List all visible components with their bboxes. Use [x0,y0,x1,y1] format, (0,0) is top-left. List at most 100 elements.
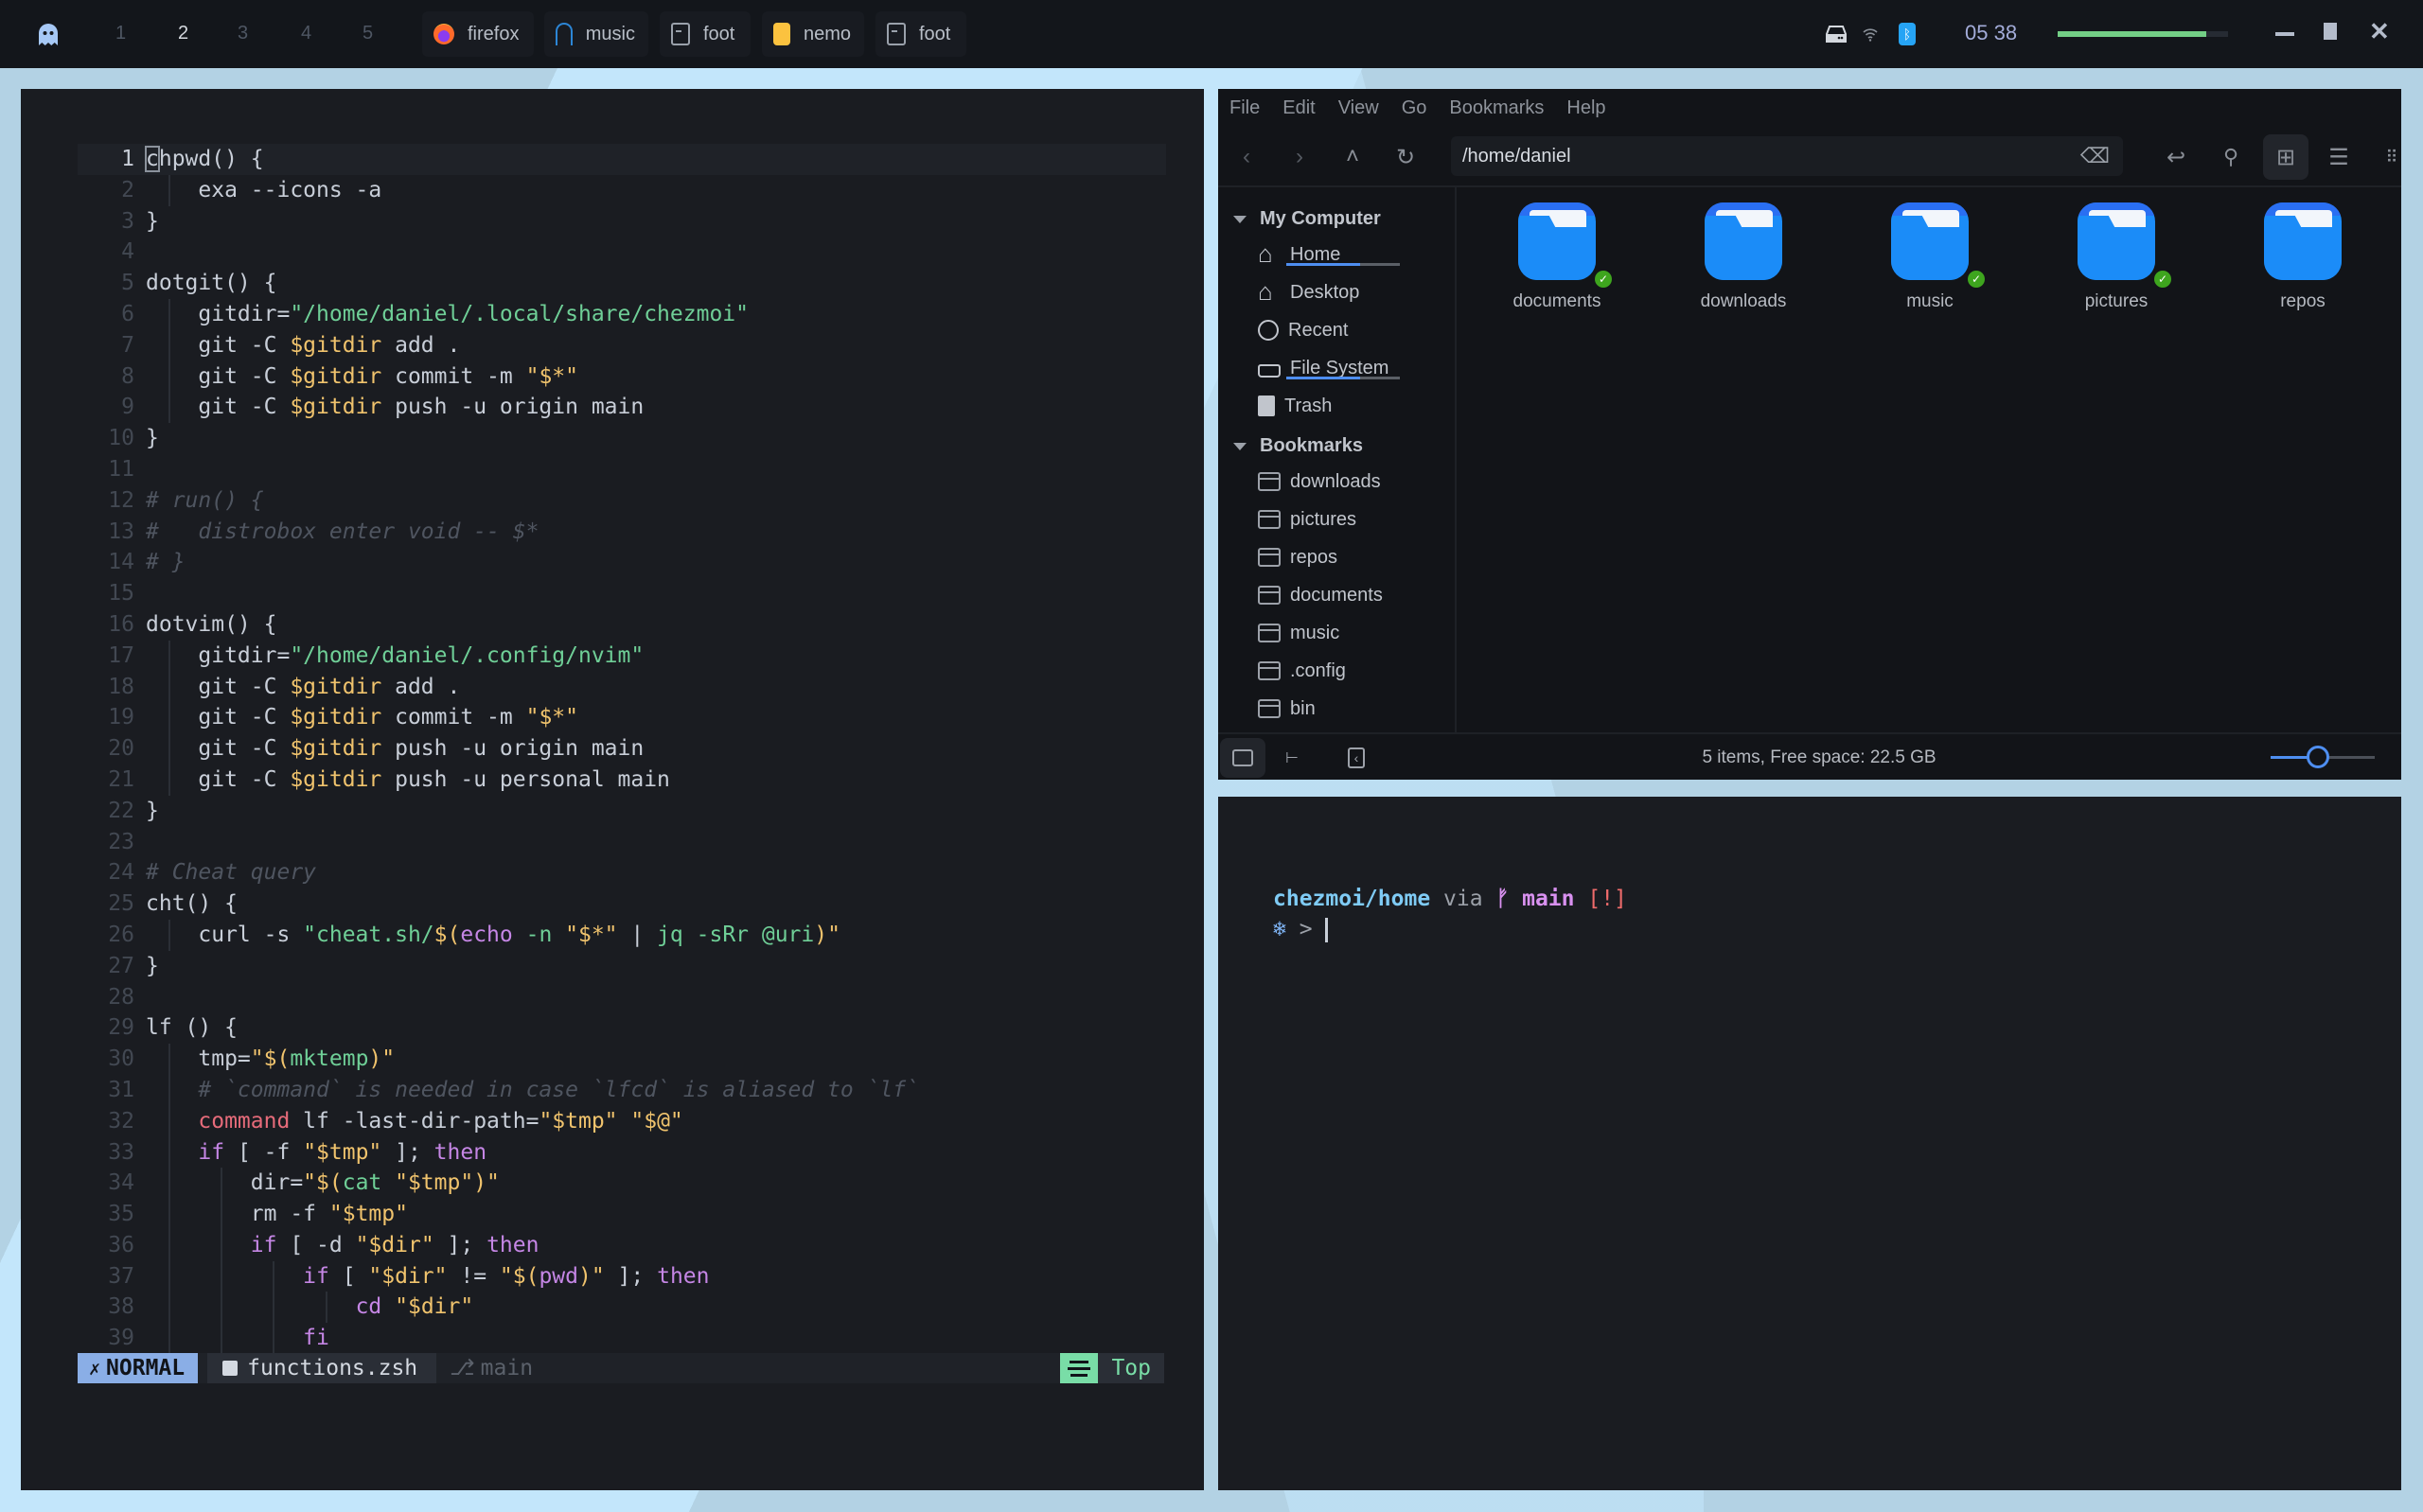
minimize-button[interactable] [2275,32,2294,36]
task-firefox[interactable]: firefox [422,11,534,57]
ghost-icon[interactable] [38,23,59,45]
bookmark-documents[interactable]: documents [1258,581,1383,609]
code-line[interactable]: 34 dir="$(cat "$tmp")" [78,1168,1166,1200]
bookmark-repos[interactable]: repos [1258,543,1337,571]
code-line[interactable]: 23 [78,827,1166,858]
drive-icon[interactable] [1826,25,1847,44]
code-line[interactable]: 1 chpwd() { [78,144,1166,175]
code-line[interactable]: 2 exa --icons -a [78,174,1166,206]
code-line[interactable]: 3} [78,206,1166,237]
code-line[interactable]: 29 lf () { [78,1012,1166,1044]
code-line[interactable]: 16 dotvim() { [78,609,1166,641]
code-token: echo [460,922,513,947]
back-button[interactable]: ‹ [1228,138,1265,176]
list-icon: ☰ [2328,144,2349,170]
code-line[interactable]: 20 git -C $gitdir push -u origin main [78,733,1166,765]
clock[interactable]: 05 38 [1965,21,2017,45]
toggle-location-button[interactable]: ↩ [2157,138,2195,176]
sidebar-item-recent[interactable]: Recent [1258,316,1348,344]
icon-view-button[interactable]: ⊞ [2263,134,2308,180]
up-button[interactable]: ˄ [1334,138,1371,176]
code-line[interactable]: 39 fi [78,1323,1166,1355]
forward-button[interactable]: › [1281,138,1318,176]
section-my-computer[interactable]: My Computer [1233,208,1381,230]
task-foot-1[interactable]: foot [660,11,751,57]
clear-location-icon[interactable]: ⌫ [2080,136,2110,176]
list-view-button[interactable]: ☰ [2320,138,2358,176]
code-line[interactable]: 9 git -C $gitdir push -u origin main [78,392,1166,424]
bookmark-music[interactable]: music [1258,619,1339,647]
code-line[interactable]: 33 if [ -f "$tmp" ]; then [78,1136,1166,1169]
workspace-4[interactable]: 4 [301,23,311,44]
code-line[interactable]: 38 cd "$dir" [78,1292,1166,1324]
code-line[interactable]: 27} [78,951,1166,982]
menu-view[interactable]: View [1327,89,1390,127]
code-line[interactable]: 19 git -C $gitdir commit -m "$*" [78,702,1166,734]
code-line[interactable]: 31 # `command` is needed in case `lfcd` … [78,1074,1166,1106]
code-line[interactable]: 14 # } [78,547,1166,578]
maximize-button[interactable] [2324,23,2337,40]
volume-bar[interactable] [2058,31,2228,37]
menu-help[interactable]: Help [1555,89,1617,127]
line-content: # `command` is needed in case `lfcd` is … [146,1075,919,1106]
task-foot-2[interactable]: foot [875,11,966,57]
sidebar-item-desktop[interactable]: Desktop [1258,277,1359,307]
neovim-editor-window[interactable]: 1 chpwd() {2 exa --icons -a 3} 4 5 dotgit() {… [21,89,1204,1490]
code-line[interactable]: 7 git -C $gitdir add . [78,329,1166,361]
workspace-2[interactable]: 2 [178,23,188,44]
code-line[interactable]: 25 cht() { [78,888,1166,920]
bookmark-config[interactable]: .config [1258,657,1346,685]
close-button[interactable]: ✕ [2369,19,2390,44]
code-line[interactable]: 13 # distrobox enter void -- $* [78,517,1166,548]
code-buffer[interactable]: 1 chpwd() {2 exa --icons -a 3} 4 5 dotgit() {… [78,144,1166,1355]
code-line[interactable]: 36 if [ -d "$dir" ]; then [78,1229,1166,1261]
code-line[interactable]: 4 [78,237,1166,268]
bookmark-pictures[interactable]: pictures [1258,505,1356,534]
section-bookmarks[interactable]: Bookmarks [1233,435,1363,457]
file-item-pictures[interactable]: ✓ pictures [2041,202,2192,312]
code-line[interactable]: 6 gitdir="/home/daniel/.local/share/chez… [78,298,1166,330]
menu-file[interactable]: File [1218,89,1271,127]
code-line[interactable]: 17 gitdir="/home/daniel/.config/nvim" [78,640,1166,672]
foot-terminal-window[interactable]: chezmoi/home via ᚠ main [!] ❄ > [1218,797,2401,1490]
code-line[interactable]: 15 [78,578,1166,609]
code-line[interactable]: 10} [78,423,1166,454]
code-line[interactable]: 30 tmp="$(mktemp)" [78,1044,1166,1075]
bookmark-downloads[interactable]: downloads [1258,467,1381,496]
sidebar-item-trash[interactable]: Trash [1258,392,1332,420]
wifi-icon[interactable] [1863,26,1878,42]
file-item-repos[interactable]: repos [2227,202,2379,312]
task-music[interactable]: music [544,11,648,57]
code-line[interactable]: 35 rm -f "$tmp" [78,1199,1166,1230]
location-bar[interactable]: /home/daniel ⌫ [1451,136,2123,176]
code-line[interactable]: 24 # Cheat query [78,857,1166,888]
menu-bookmarks[interactable]: Bookmarks [1438,89,1555,127]
compact-view-button[interactable]: ⠿ [2373,138,2411,176]
task-nemo[interactable]: nemo [762,11,864,57]
code-line[interactable]: 18 git -C $gitdir add . [78,671,1166,703]
file-item-downloads[interactable]: downloads [1668,202,1819,312]
code-line[interactable]: 5 dotgit() { [78,268,1166,299]
menu-edit[interactable]: Edit [1271,89,1326,127]
workspace-3[interactable]: 3 [238,23,248,44]
zoom-slider-handle[interactable] [2306,746,2329,768]
prompt-line-2[interactable]: ❄ > [1273,914,1329,944]
menu-go[interactable]: Go [1390,89,1439,127]
code-line[interactable]: 11 [78,454,1166,485]
code-line[interactable]: 22} [78,796,1166,827]
workspace-5[interactable]: 5 [363,23,373,44]
workspace-1[interactable]: 1 [115,23,126,44]
search-button[interactable]: ⚲ [2212,138,2250,176]
reload-button[interactable]: ↻ [1387,138,1424,176]
bookmark-bin[interactable]: bin [1258,694,1316,723]
code-line[interactable]: 37 if [ "$dir" != "$(pwd)" ]; then [78,1260,1166,1292]
code-line[interactable]: 21 git -C $gitdir push -u personal main [78,764,1166,796]
file-item-documents[interactable]: ✓ documents [1481,202,1633,312]
bluetooth-icon[interactable]: ᛒ [1899,23,1916,45]
code-line[interactable]: 12 # run() { [78,485,1166,517]
code-line[interactable]: 32 command lf -last-dir-path="$tmp" "$@" [78,1105,1166,1137]
code-line[interactable]: 26 curl -s "cheat.sh/$(echo -n "$*" | jq… [78,919,1166,951]
code-line[interactable]: 28 [78,982,1166,1013]
file-item-music[interactable]: ✓ music [1854,202,2006,312]
code-line[interactable]: 8 git -C $gitdir commit -m "$*" [78,360,1166,393]
